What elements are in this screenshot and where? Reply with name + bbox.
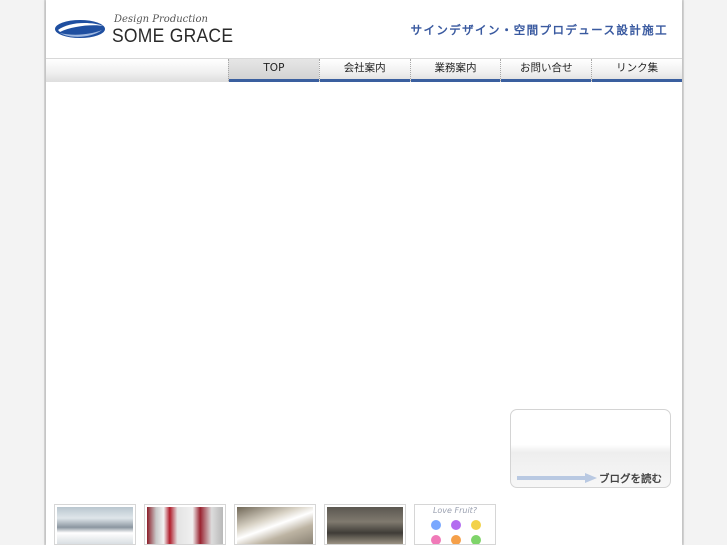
- site-tagline: サインデザイン・空間プロデュース設計施工: [410, 23, 668, 37]
- swoosh-logo-icon: [55, 20, 105, 38]
- fruit-dot-icon: [431, 520, 441, 530]
- love-fruit-label: Love Fruit?: [432, 506, 478, 515]
- nav-item-label: 業務案内: [434, 62, 477, 74]
- arrow-right-icon: [517, 473, 597, 483]
- thumbnail-dark-interior[interactable]: [324, 504, 406, 545]
- page-container: Design Production SOME GRACE サインデザイン・空間プ…: [46, 0, 682, 545]
- logo-name: SOME GRACE: [112, 26, 234, 47]
- main-content: [46, 82, 682, 408]
- thumbnail-interior-model[interactable]: [234, 504, 316, 545]
- nav-item-label: リンク集: [616, 62, 659, 74]
- shopfront-image: [57, 507, 133, 544]
- fruit-dot-icon: [471, 520, 481, 530]
- thumbnail-storefront-red[interactable]: [144, 504, 226, 545]
- nav-item-label: 会社案内: [343, 62, 386, 74]
- logo-tagline: Design Production: [114, 14, 208, 25]
- nav-item-links[interactable]: リンク集: [591, 59, 682, 83]
- blog-button-label: ブログを読む: [599, 473, 662, 485]
- interior-model-image: [237, 507, 313, 544]
- nav-item-services[interactable]: 業務案内: [409, 59, 501, 83]
- nav-item-label: TOP: [263, 62, 285, 74]
- site-logo[interactable]: Design Production SOME GRACE: [54, 12, 234, 48]
- fruit-dot-icon: [471, 535, 481, 544]
- storefront-image: [147, 507, 223, 544]
- thumbnail-love-fruit[interactable]: Love Fruit?: [414, 504, 496, 545]
- nav-item-contact[interactable]: お問い合せ: [500, 59, 592, 83]
- fruit-dot-icon: [451, 520, 461, 530]
- dark-interior-image: [327, 507, 403, 544]
- nav-item-top[interactable]: TOP: [228, 59, 319, 83]
- page-shadow-right: [682, 0, 684, 545]
- thumbnail-shopfront[interactable]: [54, 504, 136, 545]
- fruit-dot-icon: [451, 535, 461, 544]
- main-nav: TOP 会社案内 業務案内 お問い合せ リンク集: [46, 58, 682, 83]
- nav-item-company[interactable]: 会社案内: [318, 59, 410, 83]
- blog-button[interactable]: ブログを読む: [510, 409, 671, 488]
- fruit-dot-icon: [431, 535, 441, 544]
- thumbnail-strip: Love Fruit?: [54, 504, 496, 545]
- nav-item-label: お問い合せ: [520, 62, 573, 74]
